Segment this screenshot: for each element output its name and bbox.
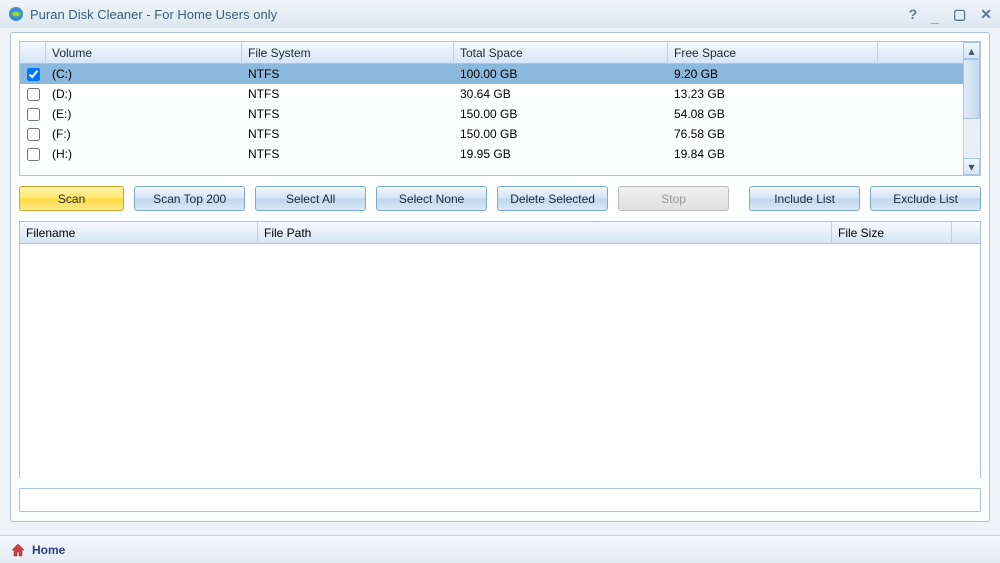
volume-header-checkbox (20, 42, 46, 64)
home-link[interactable]: Home (32, 543, 65, 557)
volume-header-free[interactable]: Free Space (668, 42, 878, 64)
window-title: Puran Disk Cleaner - For Home Users only (30, 7, 909, 22)
volume-cell-name: (C:) (46, 67, 242, 81)
select-none-button[interactable]: Select None (376, 186, 487, 211)
home-icon[interactable] (10, 542, 26, 558)
results-body (20, 244, 980, 478)
volume-header-filesystem[interactable]: File System (242, 42, 454, 64)
volume-row[interactable]: (C:)NTFS100.00 GB9.20 GB (20, 64, 963, 84)
volume-cell-free: 9.20 GB (668, 67, 878, 81)
button-bar: Scan Scan Top 200 Select All Select None… (19, 184, 981, 213)
window-controls: ? _ ▢ ✕ (909, 7, 992, 21)
volume-row[interactable]: (H:)NTFS19.95 GB19.84 GB (20, 144, 963, 164)
scroll-thumb[interactable] (963, 59, 980, 119)
close-icon[interactable]: ✕ (980, 7, 992, 21)
volume-header-total[interactable]: Total Space (454, 42, 668, 64)
volume-checkbox[interactable] (27, 68, 40, 81)
delete-selected-button[interactable]: Delete Selected (497, 186, 608, 211)
volume-cell-total: 19.95 GB (454, 147, 668, 161)
volume-cell-name: (H:) (46, 147, 242, 161)
volume-checkbox[interactable] (27, 108, 40, 121)
stop-button: Stop (618, 186, 729, 211)
volume-checkbox[interactable] (27, 148, 40, 161)
volume-panel: Volume File System Total Space Free Spac… (19, 41, 981, 176)
scan-button[interactable]: Scan (19, 186, 124, 211)
exclude-list-button[interactable]: Exclude List (870, 186, 981, 211)
scroll-down-icon[interactable]: ▾ (963, 158, 980, 175)
volume-cell-free: 76.58 GB (668, 127, 878, 141)
volume-scrollbar[interactable]: ▴ ▾ (963, 42, 980, 175)
results-table: Filename File Path File Size (20, 222, 980, 477)
volume-cell-name: (F:) (46, 127, 242, 141)
volume-cell-total: 150.00 GB (454, 107, 668, 121)
scroll-up-icon[interactable]: ▴ (963, 42, 980, 59)
include-list-button[interactable]: Include List (749, 186, 860, 211)
results-header-filename[interactable]: Filename (20, 222, 258, 244)
volume-row[interactable]: (E:)NTFS150.00 GB54.08 GB (20, 104, 963, 124)
volume-cell-name: (D:) (46, 87, 242, 101)
volume-cell-free: 13.23 GB (668, 87, 878, 101)
volume-cell-fs: NTFS (242, 147, 454, 161)
app-icon (8, 6, 24, 22)
volume-cell-total: 150.00 GB (454, 127, 668, 141)
minimize-icon[interactable]: _ (931, 10, 939, 24)
volume-cell-fs: NTFS (242, 107, 454, 121)
footer: Home (0, 535, 1000, 563)
volume-checkbox[interactable] (27, 128, 40, 141)
status-bar (19, 488, 981, 512)
volume-cell-fs: NTFS (242, 87, 454, 101)
volume-cell-free: 54.08 GB (668, 107, 878, 121)
volume-table: Volume File System Total Space Free Spac… (20, 42, 963, 175)
volume-cell-fs: NTFS (242, 67, 454, 81)
volume-row[interactable]: (D:)NTFS30.64 GB13.23 GB (20, 84, 963, 104)
volume-cell-total: 30.64 GB (454, 87, 668, 101)
volume-cell-free: 19.84 GB (668, 147, 878, 161)
volume-header-row: Volume File System Total Space Free Spac… (20, 42, 963, 64)
volume-checkbox[interactable] (27, 88, 40, 101)
results-panel: Filename File Path File Size (19, 221, 981, 478)
results-header-filepath[interactable]: File Path (258, 222, 832, 244)
main-container: Volume File System Total Space Free Spac… (10, 32, 990, 522)
scan-top-button[interactable]: Scan Top 200 (134, 186, 245, 211)
select-all-button[interactable]: Select All (255, 186, 366, 211)
maximize-icon[interactable]: ▢ (953, 7, 966, 21)
volume-cell-total: 100.00 GB (454, 67, 668, 81)
help-icon[interactable]: ? (909, 7, 918, 21)
volume-row[interactable]: (F:)NTFS150.00 GB76.58 GB (20, 124, 963, 144)
volume-cell-name: (E:) (46, 107, 242, 121)
results-header-filesize[interactable]: File Size (832, 222, 952, 244)
volume-cell-fs: NTFS (242, 127, 454, 141)
results-header-row: Filename File Path File Size (20, 222, 980, 244)
volume-header-volume[interactable]: Volume (46, 42, 242, 64)
title-bar: Puran Disk Cleaner - For Home Users only… (0, 0, 1000, 28)
